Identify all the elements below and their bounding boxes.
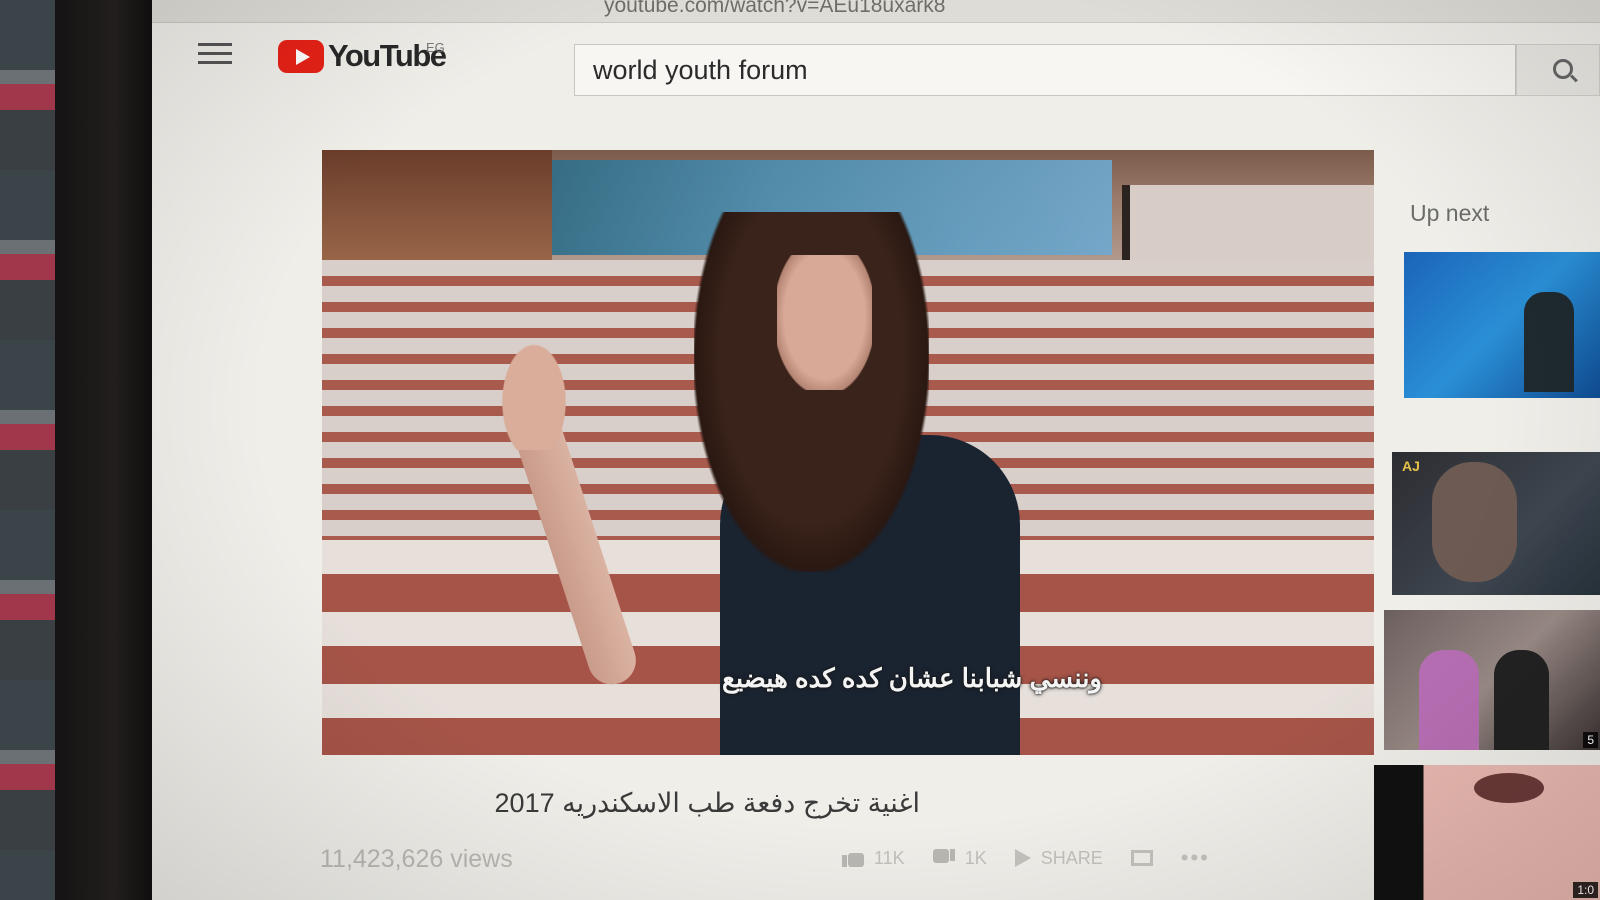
play-logo-icon	[278, 39, 324, 73]
thumbs-down-icon	[933, 847, 955, 869]
guide-menu-button[interactable]	[196, 38, 234, 70]
up-next-thumbnail[interactable]	[1404, 252, 1600, 398]
video-caption: وننسي شبابنا عشان كده كده هيضيع	[722, 663, 1102, 693]
more-icon: •••	[1180, 845, 1210, 870]
view-count: 11,423,626 views	[320, 845, 513, 873]
address-bar[interactable]: youtube.com/watch?v=AEu18uxark8	[152, 0, 1600, 23]
share-label: SHARE	[1040, 847, 1103, 868]
more-actions-button[interactable]: •••	[1181, 845, 1210, 871]
video-player[interactable]: وننسي شبابنا عشان كده كده هيضيع	[322, 150, 1374, 755]
country-code: EG	[426, 40, 445, 55]
video-duration: 1:0	[1573, 882, 1598, 898]
like-count: 11K	[874, 847, 905, 868]
search-input[interactable]	[575, 45, 1493, 95]
up-next-label: Up next	[1410, 200, 1490, 226]
share-button[interactable]: SHARE	[1014, 847, 1103, 869]
up-next-thumbnail[interactable]: 5	[1384, 610, 1600, 750]
search-icon	[1553, 59, 1573, 79]
add-to-button[interactable]	[1130, 850, 1153, 866]
thumbs-up-icon	[842, 847, 864, 869]
share-icon	[1014, 849, 1031, 867]
up-next-thumbnail[interactable]: AJ	[1392, 452, 1600, 595]
video-duration: 5	[1583, 732, 1598, 748]
url-text[interactable]: youtube.com/watch?v=AEu18uxark8	[604, 0, 945, 18]
hamburger-icon	[198, 43, 232, 65]
search-box[interactable]	[574, 44, 1516, 96]
playlist-add-icon	[1130, 850, 1153, 866]
dislike-button[interactable]: 1K	[933, 847, 987, 869]
browser-screen: youtube.com/watch?v=AEu18uxark8 YouTube …	[152, 0, 1600, 900]
dislike-count: 1K	[964, 847, 987, 868]
like-button[interactable]: 11K	[842, 847, 905, 869]
youtube-logo[interactable]: YouTube EG	[278, 38, 447, 74]
search-button[interactable]	[1516, 44, 1600, 96]
background-objects	[0, 0, 60, 900]
channel-badge: AJ	[1402, 458, 1420, 474]
monitor-bezel	[55, 0, 155, 900]
up-next-thumbnail[interactable]: 1:0	[1374, 765, 1600, 900]
video-actions: 11K 1K SHARE •••	[842, 845, 1210, 871]
video-title: اغنية تخرج دفعة طب الاسكندريه 2017	[494, 788, 920, 818]
